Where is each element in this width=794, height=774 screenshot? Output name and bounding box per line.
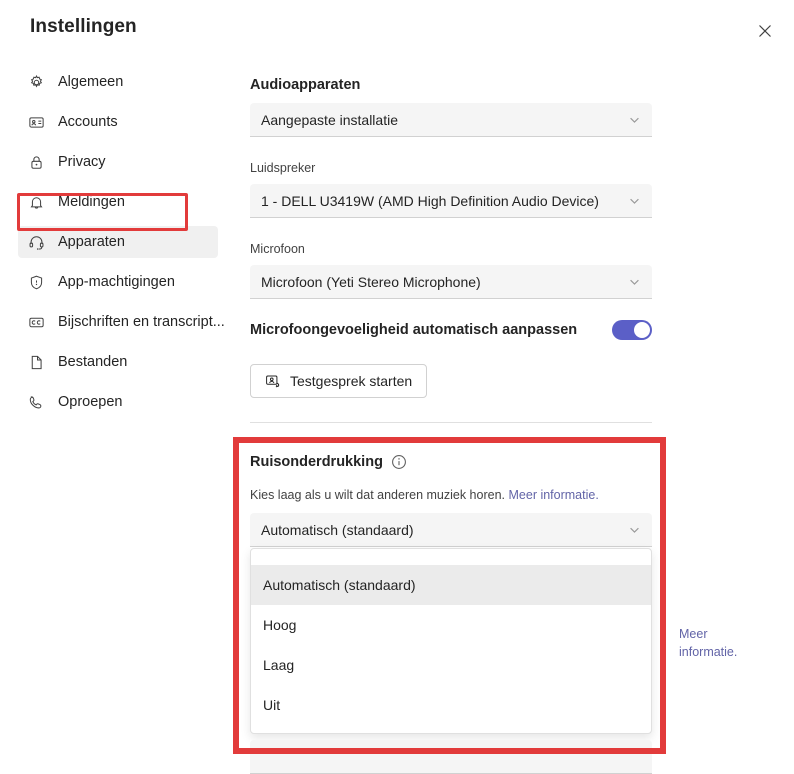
microphone-value: Microfoon (Yeti Stereo Microphone) bbox=[261, 274, 481, 290]
noise-suppression-option-uit[interactable]: Uit bbox=[251, 685, 651, 725]
phone-icon bbox=[26, 392, 46, 412]
sidebar-item-oproepen[interactable]: Oproepen bbox=[18, 386, 218, 418]
option-label: Hoog bbox=[263, 617, 296, 633]
settings-window: Instellingen Algemeen bbox=[0, 0, 794, 768]
test-call-icon bbox=[265, 373, 281, 389]
start-test-call-button[interactable]: Testgesprek starten bbox=[250, 364, 427, 398]
page-title: Instellingen bbox=[30, 16, 137, 38]
start-test-call-label: Testgesprek starten bbox=[290, 373, 412, 389]
auto-gain-label: Microfoongevoeligheid automatisch aanpas… bbox=[250, 322, 577, 338]
sidebar-item-label: Algemeen bbox=[58, 75, 123, 90]
microphone-select[interactable]: Microfoon (Yeti Stereo Microphone) bbox=[250, 265, 652, 299]
sidebar-item-algemeen[interactable]: Algemeen bbox=[18, 66, 218, 98]
noise-suppression-select[interactable]: Automatisch (standaard) bbox=[250, 513, 652, 547]
chevron-down-icon bbox=[628, 275, 641, 288]
auto-gain-toggle[interactable] bbox=[612, 320, 652, 340]
close-button[interactable] bbox=[748, 14, 782, 48]
speaker-label: Luidspreker bbox=[250, 161, 315, 175]
sidebar-item-label: App-machtigingen bbox=[58, 275, 175, 290]
option-label: Uit bbox=[263, 697, 280, 713]
id-card-icon bbox=[26, 112, 46, 132]
option-label: Automatisch (standaard) bbox=[263, 577, 416, 593]
shield-icon bbox=[26, 272, 46, 292]
speaker-value: 1 - DELL U3419W (AMD High Definition Aud… bbox=[261, 193, 599, 209]
sidebar-item-privacy[interactable]: Privacy bbox=[18, 146, 218, 178]
sidebar-item-label: Oproepen bbox=[58, 395, 123, 410]
sidebar-item-label: Bijschriften en transcript... bbox=[58, 315, 225, 330]
noise-suppression-option-laag[interactable]: Laag bbox=[251, 645, 651, 685]
noise-suppression-description: Kies laag als u wilt dat anderen muziek … bbox=[250, 488, 599, 502]
headset-icon bbox=[26, 232, 46, 252]
close-icon bbox=[757, 23, 773, 39]
noise-suppression-learn-more-link[interactable]: Meer informatie. bbox=[509, 488, 599, 502]
noise-suppression-option-automatisch[interactable]: Automatisch (standaard) bbox=[251, 565, 651, 605]
cc-icon bbox=[26, 312, 46, 332]
audio-devices-value: Aangepaste installatie bbox=[261, 112, 398, 128]
sidebar-item-meldingen[interactable]: Meldingen bbox=[18, 186, 218, 218]
audio-devices-select[interactable]: Aangepaste installatie bbox=[250, 103, 652, 137]
noise-suppression-value: Automatisch (standaard) bbox=[261, 522, 414, 538]
sidebar-item-label: Meldingen bbox=[58, 195, 125, 210]
noise-suppression-option-hoog[interactable]: Hoog bbox=[251, 605, 651, 645]
settings-sidebar: Algemeen Accounts Privacy bbox=[0, 66, 232, 426]
obscured-select-below[interactable] bbox=[250, 740, 652, 774]
microphone-label: Microfoon bbox=[250, 242, 305, 256]
bell-icon bbox=[26, 192, 46, 212]
sidebar-item-label: Privacy bbox=[58, 155, 106, 170]
gear-icon bbox=[26, 72, 46, 92]
sidebar-item-bijschriften-transcripties[interactable]: Bijschriften en transcript... bbox=[18, 306, 218, 338]
toggle-knob bbox=[634, 322, 650, 338]
info-icon[interactable] bbox=[391, 454, 407, 470]
chevron-down-icon bbox=[628, 194, 641, 207]
option-label: Laag bbox=[263, 657, 294, 673]
noise-suppression-options-list: Automatisch (standaard) Hoog Laag Uit bbox=[250, 548, 652, 734]
noise-suppression-heading: Ruisonderdrukking bbox=[250, 454, 383, 470]
sidebar-item-label: Apparaten bbox=[58, 235, 125, 250]
side-learn-more-link[interactable]: Meer informatie. bbox=[679, 625, 769, 661]
sidebar-item-accounts[interactable]: Accounts bbox=[18, 106, 218, 138]
chevron-down-icon bbox=[628, 113, 641, 126]
sidebar-item-label: Bestanden bbox=[58, 355, 127, 370]
chevron-down-icon bbox=[628, 523, 641, 536]
lock-icon bbox=[26, 152, 46, 172]
sidebar-item-label: Accounts bbox=[58, 115, 118, 130]
noise-suppression-description-text: Kies laag als u wilt dat anderen muziek … bbox=[250, 488, 505, 502]
document-icon bbox=[26, 352, 46, 372]
auto-gain-row: Microfoongevoeligheid automatisch aanpas… bbox=[250, 320, 652, 340]
section-divider bbox=[250, 422, 652, 423]
speaker-select[interactable]: 1 - DELL U3419W (AMD High Definition Aud… bbox=[250, 184, 652, 218]
sidebar-item-bestanden[interactable]: Bestanden bbox=[18, 346, 218, 378]
noise-suppression-heading-row: Ruisonderdrukking bbox=[250, 454, 407, 470]
sidebar-item-app-machtigingen[interactable]: App-machtigingen bbox=[18, 266, 218, 298]
sidebar-item-apparaten[interactable]: Apparaten bbox=[18, 226, 218, 258]
audio-devices-heading: Audioapparaten bbox=[250, 77, 360, 93]
